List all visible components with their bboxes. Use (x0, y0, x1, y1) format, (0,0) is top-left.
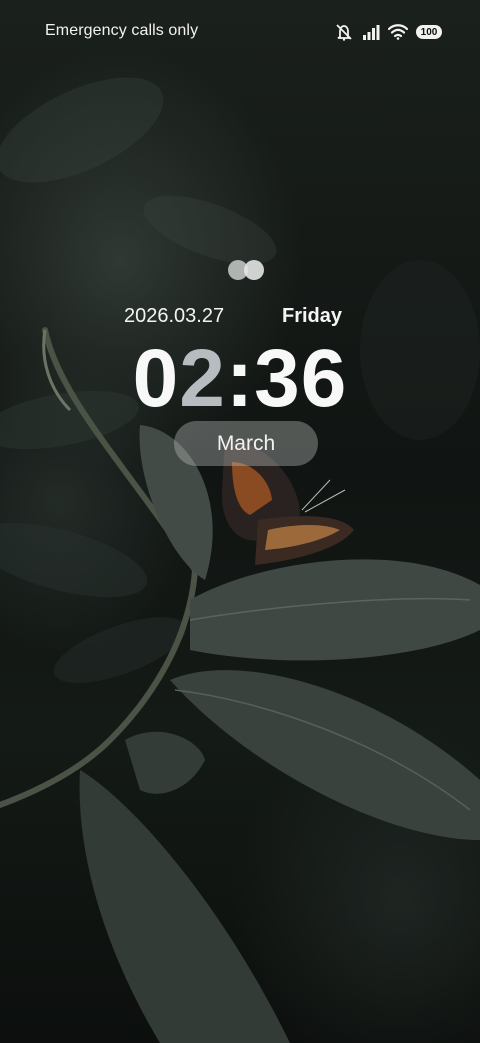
lockscreen-clock: 02:36 (0, 334, 480, 424)
wallpaper-leaves (0, 77, 480, 1043)
battery-icon: 100 (416, 25, 442, 39)
status-icons: 100 (334, 22, 442, 42)
mute-icon (334, 23, 354, 41)
day-label: Friday (282, 305, 343, 327)
carrier-status-text: Emergency calls only (45, 22, 199, 39)
month-label: March (216, 431, 276, 455)
lockscreen-indicator-icon (226, 258, 270, 282)
signal-icon (362, 24, 380, 40)
wifi-icon (388, 24, 408, 40)
lockscreen-wallpaper (0, 0, 480, 1043)
clock-hour-second: 2 (179, 333, 226, 424)
month-widget-pill[interactable]: March (174, 421, 318, 466)
status-bar: Emergency calls only 100 (0, 0, 480, 64)
clock-separator: : (225, 333, 255, 424)
date-label: 2026.03.27 (124, 305, 225, 327)
clock-minutes: 36 (254, 333, 348, 424)
clock-hour-first: 0 (132, 333, 180, 424)
